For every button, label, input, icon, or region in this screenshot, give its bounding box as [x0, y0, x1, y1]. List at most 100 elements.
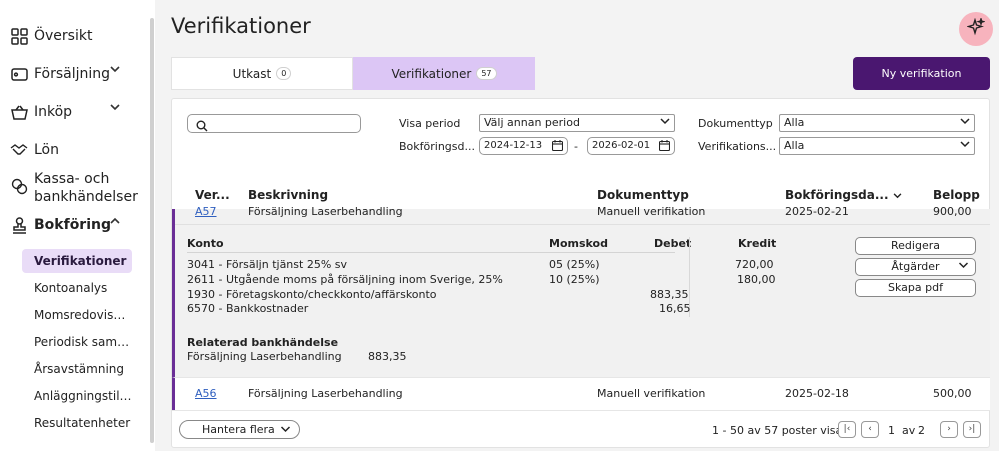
current-page: 1: [888, 424, 895, 437]
sidebar-item-label: Försäljning: [34, 66, 111, 82]
tab-utkast[interactable]: Utkast 0: [171, 57, 353, 90]
verification-link[interactable]: A56: [195, 387, 217, 400]
last-page-button[interactable]: ›|: [963, 421, 981, 438]
row-date: 2025-02-18: [785, 387, 849, 400]
column-header-belopp[interactable]: Belopp: [933, 188, 980, 202]
basket-icon: [10, 103, 28, 121]
chevron-down-icon: [960, 138, 970, 154]
first-page-icon: |‹: [843, 424, 851, 434]
last-page-icon: ›|: [968, 424, 976, 434]
actions-dropdown[interactable]: Åtgärder: [855, 258, 976, 276]
edit-button[interactable]: Redigera: [855, 237, 976, 255]
row-amount: 500,00: [933, 387, 972, 400]
chevron-right-icon: ›: [947, 424, 951, 434]
table-row-expanded[interactable]: A57 Försäljning Laserbehandling Manuell …: [172, 205, 990, 377]
sidebar-subitem-verifikationer[interactable]: Verifikationer: [22, 249, 132, 273]
prev-page-button[interactable]: ‹: [861, 421, 879, 438]
detail-account: 6570 - Bankkostnader: [187, 302, 309, 315]
detail-debit: 883,35: [650, 288, 689, 301]
tab-label: Verifikationer: [391, 66, 472, 81]
sidebar-item-bokforing[interactable]: Bokföring: [10, 216, 120, 234]
column-header-dokumenttyp[interactable]: Dokumenttyp: [597, 188, 689, 202]
detail-credit: 180,00: [737, 273, 776, 286]
sidebar-item-label: Kassa- och bankhändelser: [34, 170, 138, 206]
select-value: Välj annan period: [484, 116, 580, 129]
total-pages: 2: [918, 424, 925, 437]
next-page-button[interactable]: ›: [940, 421, 958, 438]
sidebar-item-oversikt[interactable]: Översikt: [10, 27, 92, 45]
related-bank-amount: 883,35: [368, 350, 407, 363]
visa-period-select[interactable]: Välj annan period: [479, 114, 675, 132]
row-amount: 900,00: [933, 205, 972, 218]
row-description: Försäljning Laserbehandling: [248, 387, 403, 400]
sidebar-subitem-arsavstamning[interactable]: Årsavstämning: [22, 357, 132, 381]
manage-multiple-dropdown[interactable]: Hantera flera: [179, 420, 300, 439]
sidebar-subitem-periodisk-sammanstallning[interactable]: Periodisk sammanställning: [22, 330, 132, 354]
sidebar-item-lon[interactable]: Lön: [10, 141, 59, 159]
sidebar-item-forsaljning[interactable]: Försäljning: [10, 65, 120, 83]
sidebar-subitem-momsredovisning[interactable]: Momsredovisning: [22, 303, 132, 327]
sidebar-item-inkop[interactable]: Inköp: [10, 103, 120, 121]
new-verification-button[interactable]: Ny verifikation: [853, 57, 990, 90]
chevron-up-icon: [110, 214, 120, 227]
bokforingsdatum-label: Bokföringsd...: [399, 140, 475, 153]
handshake-icon: [10, 141, 28, 159]
sidebar-subitem-kontoanalys[interactable]: Kontoanalys: [22, 276, 132, 300]
grid-icon: [10, 27, 28, 45]
detail-vat-code: 10 (25%): [549, 273, 600, 286]
calendar-icon: [551, 140, 564, 157]
date-from-input[interactable]: 2024-12-13: [479, 137, 568, 155]
sidebar-scrollbar[interactable]: [150, 18, 154, 443]
ai-assistant-button[interactable]: [959, 12, 993, 46]
dropdown-label: Hantera flera: [202, 423, 275, 436]
search-input[interactable]: [187, 114, 361, 133]
dokumenttyp-select[interactable]: Alla: [779, 114, 975, 132]
wallet-icon: [10, 65, 28, 83]
row-document-type: Manuell verifikation: [597, 387, 706, 400]
page-of-label: av: [902, 424, 916, 437]
detail-header-debet: Debet: [654, 237, 692, 250]
detail-debit: 16,65: [659, 302, 691, 315]
chevron-down-icon: [958, 259, 969, 275]
table-row[interactable]: A56 Försäljning Laserbehandling Manuell …: [172, 377, 990, 410]
create-pdf-button[interactable]: Skapa pdf: [855, 279, 976, 297]
tab-verifikationer[interactable]: Verifikationer 57: [353, 57, 535, 90]
row-date: 2025-02-21: [785, 205, 849, 218]
column-header-bokforingsdatum[interactable]: Bokföringsda...: [785, 188, 902, 202]
column-header-beskrivning[interactable]: Beskrivning: [248, 188, 328, 202]
sidebar: Översikt Försäljning Inköp Lön Kassa- oc…: [0, 0, 150, 451]
verification-link[interactable]: A57: [195, 205, 217, 218]
chevron-down-icon: [110, 63, 120, 76]
sidebar-item-kassa-bank[interactable]: Kassa- och bankhändelser: [10, 170, 138, 206]
chevron-down-icon: [660, 115, 670, 131]
chevron-down-icon: [110, 101, 120, 114]
count-badge: 0: [276, 67, 292, 80]
date-to-input[interactable]: 2026-02-01: [587, 137, 675, 155]
verifikationstyp-select[interactable]: Alla: [779, 137, 975, 155]
tab-label: Utkast: [232, 66, 272, 81]
related-bank-description: Försäljning Laserbehandling: [187, 350, 342, 363]
detail-account: 3041 - Försäljn tjänst 25% sv: [187, 258, 348, 271]
first-page-button[interactable]: |‹: [838, 421, 856, 438]
sidebar-item-label: Lön: [34, 142, 59, 158]
search-icon: [196, 117, 208, 136]
column-header-ver[interactable]: Ver...: [195, 188, 230, 202]
count-badge: 57: [476, 67, 497, 80]
main-content: Verifikationer Utkast 0 Verifikationer 5…: [155, 0, 999, 451]
row-description: Försäljning Laserbehandling: [248, 205, 403, 218]
select-value: Alla: [784, 116, 805, 129]
sidebar-item-label: Inköp: [34, 104, 73, 120]
pagination-range: 1 - 50 av 57 poster visas: [712, 424, 849, 437]
dropdown-label: Åtgärder: [891, 260, 940, 273]
detail-vat-code: 05 (25%): [549, 258, 600, 271]
sidebar-item-label: Bokföring: [34, 217, 111, 233]
sidebar-subitem-resultatenheter[interactable]: Resultatenheter: [22, 411, 132, 435]
row-divider: [175, 224, 990, 225]
sidebar-item-label-line1: Kassa- och: [34, 171, 110, 187]
date-value: 2026-02-01: [592, 140, 651, 151]
detail-account: 1930 - Företagskonto/checkkonto/affärsko…: [187, 288, 437, 301]
row-document-type: Manuell verifikation: [597, 205, 706, 218]
detail-header-kredit: Kredit: [738, 237, 777, 250]
app: Översikt Försäljning Inköp Lön Kassa- oc…: [0, 0, 999, 451]
sidebar-subitem-anlaggningstillgangar[interactable]: Anläggningstillgångar: [22, 384, 132, 408]
